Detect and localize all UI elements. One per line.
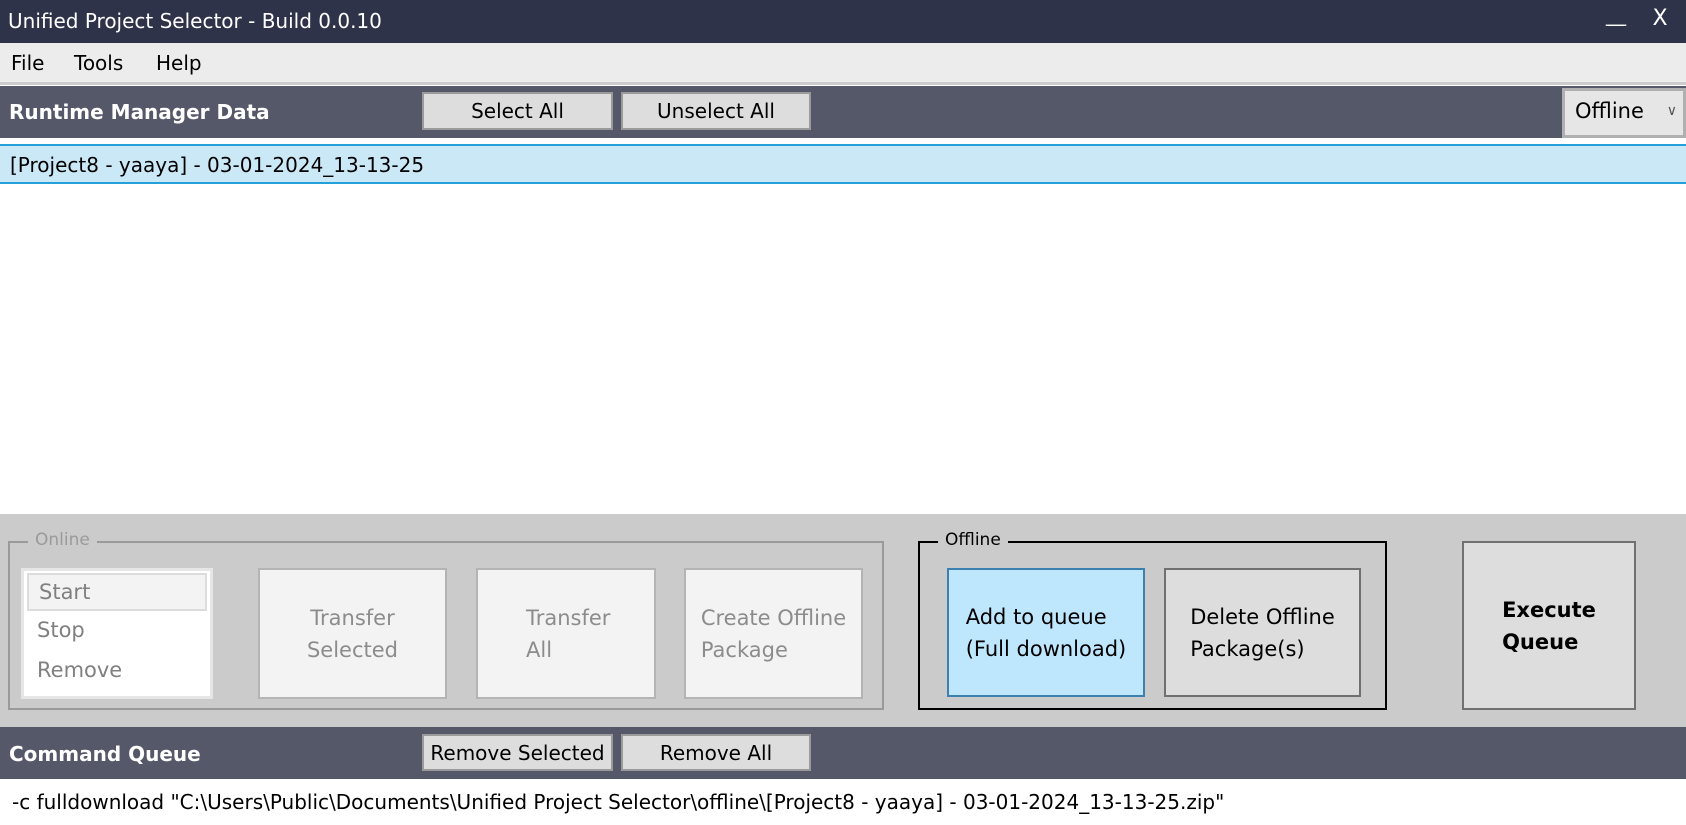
window-title: Unified Project Selector - Build 0.0.10 (8, 9, 382, 33)
menu-help[interactable]: Help (156, 51, 202, 75)
label: Queue (1502, 629, 1579, 654)
minimize-button[interactable]: __ (1598, 2, 1634, 38)
chevron-down-icon: ∨ (1666, 103, 1677, 119)
action-stop[interactable]: Stop (27, 613, 207, 651)
label: Transfer (526, 605, 611, 630)
remove-all-button[interactable]: Remove All (621, 734, 811, 771)
runtime-title: Runtime Manager Data (9, 100, 270, 124)
command-queue-title: Command Queue (9, 742, 201, 766)
title-bar: Unified Project Selector - Build 0.0.10 … (0, 0, 1686, 43)
label: Transfer (310, 605, 395, 630)
execute-queue-button[interactable]: Execute Queue (1462, 541, 1636, 710)
label: Delete Offline (1190, 604, 1335, 629)
offline-legend: Offline (938, 530, 1008, 550)
transfer-all-button[interactable]: Transfer All (476, 568, 656, 699)
list-item[interactable]: [Project8 - yaaya] - 03-01-2024_13-13-25 (0, 144, 1686, 184)
mode-value: Offline (1575, 99, 1644, 123)
close-button[interactable]: X (1645, 6, 1675, 36)
queue-item[interactable]: -c fulldownload "C:\Users\Public\Documen… (12, 790, 1224, 814)
remove-selected-button[interactable]: Remove Selected (422, 734, 613, 771)
label: Add to queue (965, 604, 1107, 629)
menu-tools[interactable]: Tools (74, 51, 123, 75)
label: Create Offline (700, 605, 847, 630)
command-queue-header: Command Queue (0, 727, 1686, 779)
select-all-button[interactable]: Select All (422, 92, 613, 130)
label: Package(s) (1190, 636, 1305, 661)
action-start[interactable]: Start (27, 573, 207, 611)
menu-file[interactable]: File (11, 51, 44, 75)
online-action-list[interactable]: Start Stop Remove (21, 568, 213, 699)
unselect-all-button[interactable]: Unselect All (621, 92, 811, 130)
label: Selected (306, 637, 399, 662)
delete-offline-package-button[interactable]: Delete Offline Package(s) (1164, 568, 1361, 697)
action-remove[interactable]: Remove (27, 653, 207, 691)
label: (Full download) (965, 636, 1127, 661)
create-offline-package-button[interactable]: Create Offline Package (684, 568, 863, 699)
label: Execute (1502, 597, 1596, 622)
menu-bar: File Tools Help (0, 43, 1686, 85)
runtime-header: Runtime Manager Data (0, 86, 1686, 138)
label: Package (700, 637, 788, 662)
label: All (526, 637, 553, 662)
add-to-queue-button[interactable]: Add to queue (Full download) (947, 568, 1145, 697)
mode-dropdown[interactable]: Offline ∨ (1562, 88, 1686, 138)
online-legend: Online (28, 530, 97, 550)
transfer-selected-button[interactable]: Transfer Selected (258, 568, 447, 699)
